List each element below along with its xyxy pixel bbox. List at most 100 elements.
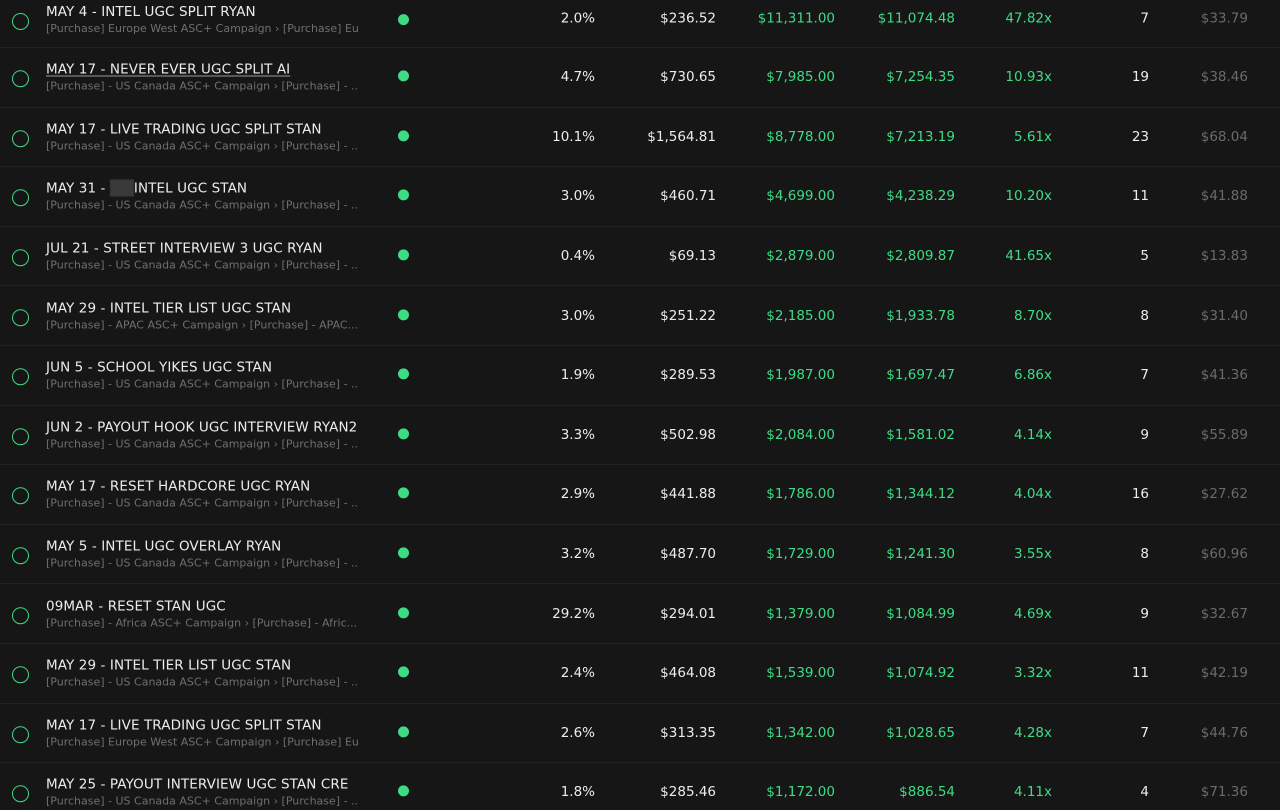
row-select-radio[interactable] — [12, 785, 29, 803]
ctr-value: 3.3% — [560, 426, 595, 443]
row-select-radio[interactable] — [12, 70, 29, 88]
table-row[interactable]: JUL 21 - STREET INTERVIEW 3 UGC RYAN [Pu… — [0, 227, 1280, 287]
campaign-path: [Purchase] - US Canada ASC+ Campaign › [… — [46, 79, 358, 93]
revenue-value: $1,539.00 — [766, 665, 835, 682]
ad-name-cell: JUL 21 - STREET INTERVIEW 3 UGC RYAN [Pu… — [46, 240, 376, 273]
status-active-dot — [398, 13, 409, 25]
profit-value: $1,241.30 — [886, 546, 955, 563]
ad-name[interactable]: MAY 31 - INTEL UGC STAN — [46, 179, 376, 198]
row-select-radio[interactable] — [12, 428, 29, 446]
purchases-value: 9 — [1140, 426, 1149, 443]
table-row[interactable]: JUN 5 - SCHOOL YIKES UGC STAN [Purchase]… — [0, 346, 1280, 406]
ctr-value: 1.9% — [560, 367, 595, 384]
purchases-value: 19 — [1131, 69, 1149, 86]
ad-name-cell: MAY 4 - INTEL UGC SPLIT RYAN [Purchase] … — [46, 2, 376, 35]
row-select-radio[interactable] — [12, 726, 29, 744]
status-active-dot — [398, 487, 409, 499]
spend-value: $69.13 — [668, 248, 716, 265]
table-row[interactable]: MAY 4 - INTEL UGC SPLIT RYAN [Purchase] … — [0, 0, 1280, 48]
row-select-radio[interactable] — [12, 130, 29, 148]
row-select-radio[interactable] — [12, 547, 29, 565]
table-row[interactable]: 09MAR - RESET STAN UGC [Purchase] - Afri… — [0, 584, 1280, 644]
ad-name[interactable]: MAY 29 - INTEL TIER LIST UGC STAN — [46, 657, 376, 675]
ctr-value: 1.8% — [560, 784, 595, 801]
cpa-value: $38.46 — [1200, 69, 1248, 86]
table-row[interactable]: JUN 2 - PAYOUT HOOK UGC INTERVIEW RYAN2 … — [0, 406, 1280, 466]
purchases-value: 9 — [1140, 605, 1149, 622]
table-row[interactable]: MAY 17 - LIVE TRADING UGC SPLIT STAN [Pu… — [0, 704, 1280, 764]
ctr-value: 0.4% — [560, 248, 595, 265]
row-select-radio[interactable] — [12, 308, 29, 326]
row-select-radio[interactable] — [12, 12, 29, 30]
cpa-value: $41.36 — [1200, 367, 1248, 384]
table-row[interactable]: MAY 17 - NEVER EVER UGC SPLIT AI [Purcha… — [0, 48, 1280, 108]
campaign-path: [Purchase] - US Canada ASC+ Campaign › [… — [46, 198, 358, 212]
purchases-value: 4 — [1140, 784, 1149, 801]
row-select-radio[interactable] — [12, 487, 29, 505]
row-select-radio[interactable] — [12, 249, 29, 267]
ad-name-prefix: MAY 31 - — [46, 180, 110, 197]
row-select-radio[interactable] — [12, 606, 29, 624]
profit-value: $7,254.35 — [886, 69, 955, 86]
ctr-value: 2.6% — [560, 724, 595, 741]
profit-value: $1,074.92 — [886, 665, 955, 682]
roas-value: 5.61x — [1013, 128, 1052, 145]
roas-value: 47.82x — [1005, 9, 1052, 26]
profit-value: $1,344.12 — [886, 486, 955, 503]
profit-value: $4,238.29 — [886, 188, 955, 205]
table-row[interactable]: MAY 17 - LIVE TRADING UGC SPLIT STAN [Pu… — [0, 108, 1280, 168]
ad-name[interactable]: MAY 17 - RESET HARDCORE UGC RYAN — [46, 478, 376, 496]
status-active-dot — [398, 666, 409, 678]
ad-name[interactable]: MAY 5 - INTEL UGC OVERLAY RYAN — [46, 538, 376, 556]
roas-value: 4.04x — [1013, 486, 1052, 503]
ad-name-cell: JUN 2 - PAYOUT HOOK UGC INTERVIEW RYAN2 … — [46, 418, 376, 451]
ad-name-cell: MAY 31 - INTEL UGC STAN [Purchase] - US … — [46, 179, 376, 213]
profit-value: $1,028.65 — [886, 724, 955, 741]
ad-name[interactable]: MAY 29 - INTEL TIER LIST UGC STAN — [46, 299, 376, 317]
ad-name[interactable]: MAY 17 - LIVE TRADING UGC SPLIT STAN — [46, 716, 376, 734]
redacted-block — [109, 179, 134, 197]
ad-name[interactable]: MAY 4 - INTEL UGC SPLIT RYAN — [46, 2, 376, 20]
ad-name-cell: MAY 5 - INTEL UGC OVERLAY RYAN [Purchase… — [46, 538, 376, 571]
roas-value: 3.55x — [1013, 546, 1052, 563]
purchases-value: 7 — [1140, 9, 1149, 26]
cpa-value: $55.89 — [1200, 426, 1248, 443]
ad-name-cell: MAY 17 - NEVER EVER UGC SPLIT AI [Purcha… — [46, 61, 376, 94]
revenue-value: $2,185.00 — [766, 307, 835, 324]
ad-name[interactable]: JUN 5 - SCHOOL YIKES UGC STAN — [46, 359, 376, 377]
spend-value: $502.98 — [660, 426, 716, 443]
ad-name-cell: 09MAR - RESET STAN UGC [Purchase] - Afri… — [46, 597, 376, 630]
ad-name[interactable]: MAY 25 - PAYOUT INTERVIEW UGC STAN CRE — [46, 776, 376, 794]
status-active-dot — [398, 547, 409, 559]
revenue-value: $2,084.00 — [766, 426, 835, 443]
cpa-value: $68.04 — [1200, 128, 1248, 145]
cpa-value: $44.76 — [1200, 724, 1248, 741]
campaign-path: [Purchase] - US Canada ASC+ Campaign › [… — [46, 258, 358, 272]
ad-name[interactable]: JUN 2 - PAYOUT HOOK UGC INTERVIEW RYAN2 — [46, 418, 376, 436]
campaign-path: [Purchase] - US Canada ASC+ Campaign › [… — [46, 556, 358, 570]
profit-value: $886.54 — [899, 784, 955, 801]
table-row[interactable]: MAY 25 - PAYOUT INTERVIEW UGC STAN CRE [… — [0, 763, 1280, 810]
purchases-value: 7 — [1140, 724, 1149, 741]
cpa-value: $60.96 — [1200, 546, 1248, 563]
row-select-radio[interactable] — [12, 666, 29, 684]
revenue-value: $1,729.00 — [766, 546, 835, 563]
ctr-value: 2.4% — [560, 665, 595, 682]
table-row[interactable]: MAY 31 - INTEL UGC STAN [Purchase] - US … — [0, 167, 1280, 227]
table-row[interactable]: MAY 29 - INTEL TIER LIST UGC STAN [Purch… — [0, 644, 1280, 704]
table-row[interactable]: MAY 17 - RESET HARDCORE UGC RYAN [Purcha… — [0, 465, 1280, 525]
revenue-value: $1,342.00 — [766, 724, 835, 741]
campaign-path: [Purchase] - Africa ASC+ Campaign › [Pur… — [46, 616, 358, 630]
ad-name[interactable]: MAY 17 - LIVE TRADING UGC SPLIT STAN — [46, 120, 376, 138]
table-row[interactable]: MAY 29 - INTEL TIER LIST UGC STAN [Purch… — [0, 286, 1280, 346]
ad-name[interactable]: JUL 21 - STREET INTERVIEW 3 UGC RYAN — [46, 240, 376, 258]
table-row[interactable]: MAY 5 - INTEL UGC OVERLAY RYAN [Purchase… — [0, 525, 1280, 585]
row-select-radio[interactable] — [12, 189, 29, 207]
ctr-value: 10.1% — [552, 128, 595, 145]
ads-table: MAY 4 - INTEL UGC SPLIT RYAN [Purchase] … — [0, 0, 1280, 810]
roas-value: 4.14x — [1013, 426, 1052, 443]
ad-name[interactable]: 09MAR - RESET STAN UGC — [46, 597, 376, 615]
ad-name[interactable]: MAY 17 - NEVER EVER UGC SPLIT AI — [46, 61, 376, 79]
ctr-value: 3.0% — [560, 307, 595, 324]
row-select-radio[interactable] — [12, 368, 29, 386]
